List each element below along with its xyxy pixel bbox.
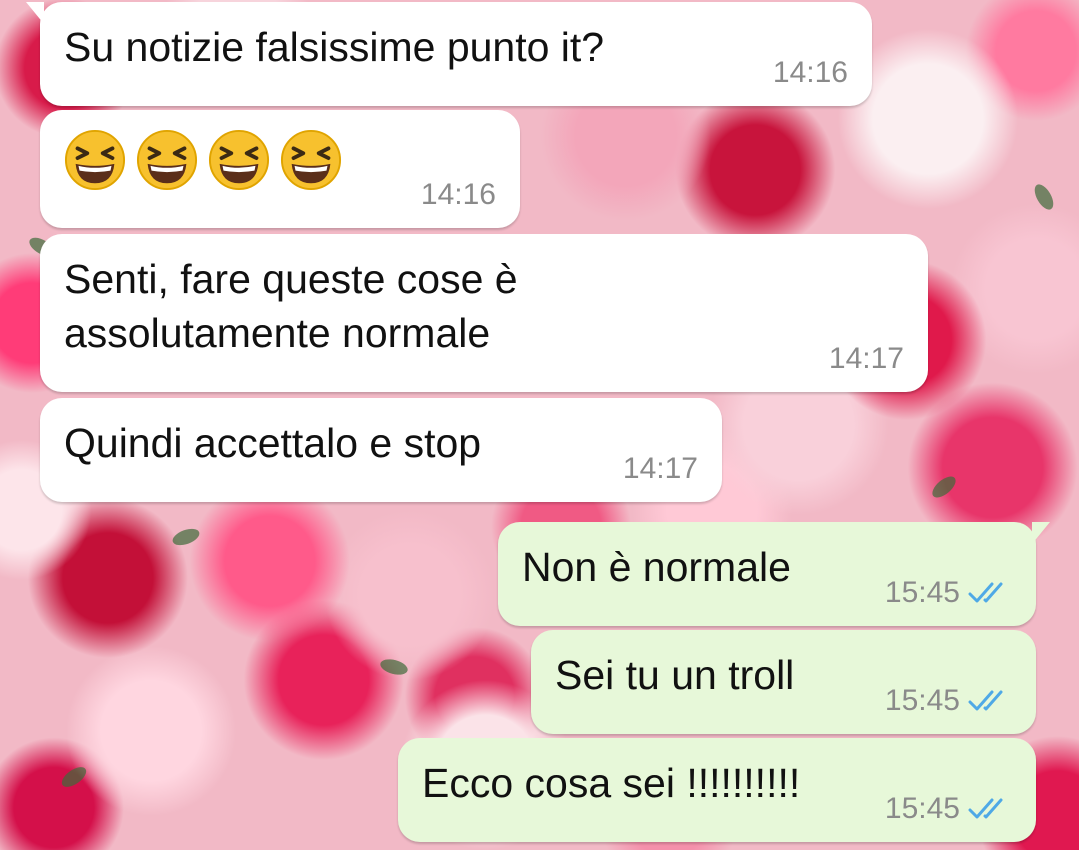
leaf-decoration	[378, 656, 410, 678]
message-time: 15:45	[884, 576, 960, 609]
message-text-line-2: assolutamente normale	[64, 310, 491, 356]
leaf-decoration	[1030, 181, 1058, 213]
leaf-decoration	[170, 525, 202, 549]
message-time: 14:16	[772, 56, 848, 89]
message-text: Quindi accettalo e stop	[64, 420, 482, 466]
message-bubble-incoming[interactable]: 14:16	[40, 110, 520, 228]
message-time: 14:17	[828, 342, 904, 375]
grinning-squinting-face-emoji	[136, 129, 198, 191]
message-bubble-incoming[interactable]: Quindi accettalo e stop 14:17	[40, 398, 722, 502]
message-text-line-1: Senti, fare queste cose è	[64, 256, 518, 302]
grinning-squinting-face-emoji	[64, 129, 126, 191]
double-check-icon	[968, 798, 1003, 819]
message-time: 15:45	[884, 684, 960, 717]
message-bubble-outgoing[interactable]: Non è normale 15:45	[498, 522, 1050, 626]
message-meta: 15:45	[885, 792, 1012, 826]
message-bubble-outgoing[interactable]: Ecco cosa sei !!!!!!!!!! 15:45	[398, 738, 1036, 842]
message-bubble-incoming[interactable]: Senti, fare queste cose è assolutamente …	[40, 234, 928, 392]
message-meta: 15:45	[885, 576, 1012, 610]
message-time: 14:17	[622, 452, 698, 485]
grinning-squinting-face-emoji	[208, 129, 270, 191]
message-time: 15:45	[884, 792, 960, 825]
grinning-squinting-face-emoji	[280, 129, 342, 191]
message-bubble-incoming[interactable]: Su notizie falsissime punto it? 14:16	[26, 2, 872, 106]
message-meta: 14:17	[623, 452, 698, 486]
message-time: 14:16	[420, 178, 496, 211]
message-bubble-outgoing[interactable]: Sei tu un troll 15:45	[531, 630, 1036, 734]
leaf-decoration	[58, 763, 90, 791]
message-meta: 15:45	[885, 684, 1012, 718]
double-check-icon	[968, 690, 1003, 711]
message-text: Su notizie falsissime punto it?	[64, 24, 605, 70]
leaf-decoration	[928, 472, 960, 502]
message-meta: 14:16	[421, 178, 496, 212]
double-check-icon	[968, 582, 1003, 603]
message-meta: 14:16	[773, 56, 848, 90]
message-meta: 14:17	[829, 342, 904, 376]
